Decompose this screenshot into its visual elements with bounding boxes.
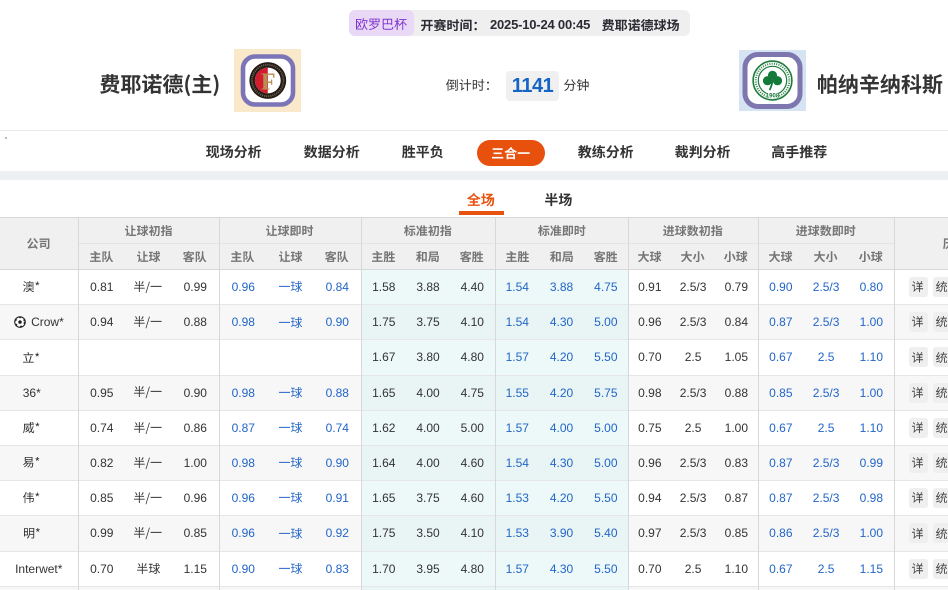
svg-text:F: F: [261, 70, 276, 96]
svg-text:1908: 1908: [766, 94, 780, 100]
